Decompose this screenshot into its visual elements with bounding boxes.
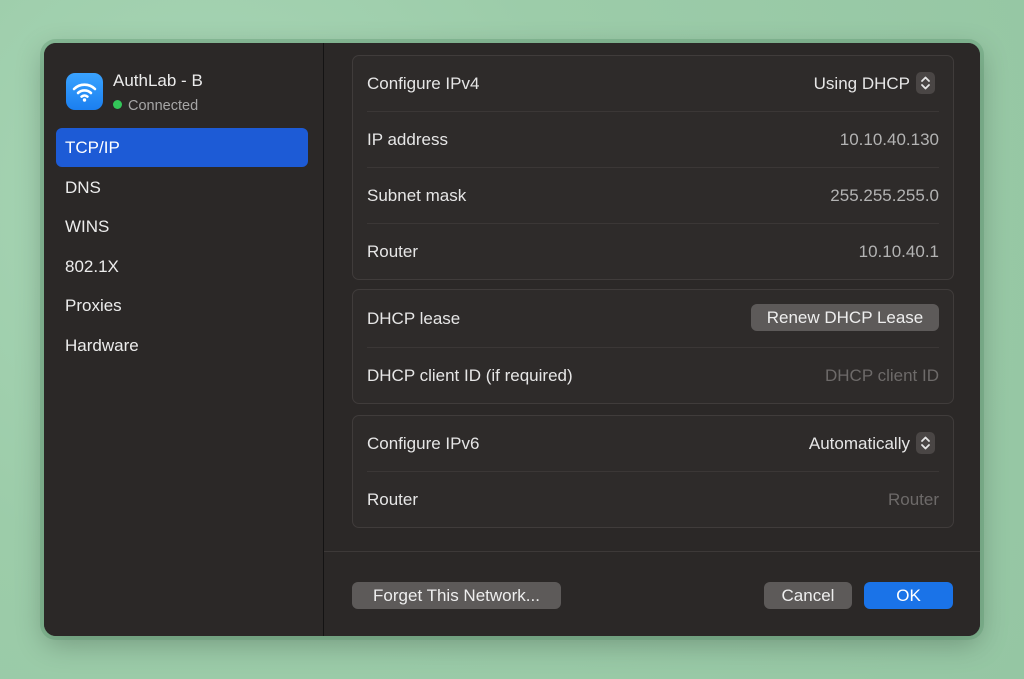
dhcp-client-id-row: DHCP client ID (if required) DHCP client… — [367, 348, 939, 403]
sidebar-item-proxies[interactable]: Proxies — [56, 286, 308, 325]
ipv4-group: Configure IPv4 Using DHCP IP address 10.… — [352, 55, 954, 280]
configure-ipv6-value: Automatically — [808, 434, 910, 453]
ip-address-label: IP address — [367, 130, 448, 149]
ip-address-value: 10.10.40.130 — [839, 130, 939, 149]
forget-network-button[interactable]: Forget This Network... — [352, 582, 561, 609]
subnet-mask-row: Subnet mask 255.255.255.0 — [367, 168, 939, 224]
configure-ipv4-value: Using DHCP — [813, 74, 910, 93]
dhcp-client-id-label: DHCP client ID (if required) — [367, 366, 573, 385]
sidebar-item-tcpip[interactable]: TCP/IP — [56, 128, 308, 167]
wifi-icon — [66, 73, 103, 110]
connected-status-dot-icon — [113, 100, 122, 109]
ok-button[interactable]: OK — [864, 582, 953, 609]
ipv4-router-label: Router — [367, 242, 419, 261]
sidebar: AuthLab - B Connected TCP/IP DNS WINS 80… — [44, 43, 324, 636]
configure-ipv4-popup[interactable]: Using DHCP — [814, 70, 935, 97]
network-details-window: AuthLab - B Connected TCP/IP DNS WINS 80… — [44, 43, 980, 636]
ipv4-router-row: Router 10.10.40.1 — [367, 224, 939, 279]
ipv6-group: Configure IPv6 Automatically Router Rout… — [352, 415, 954, 528]
ip-address-row: IP address 10.10.40.130 — [367, 112, 939, 168]
chevron-up-down-icon — [916, 71, 935, 94]
network-status: Connected — [113, 98, 198, 114]
network-status-text: Connected — [128, 98, 199, 114]
sidebar-list: TCP/IP DNS WINS 802.1X Proxies Hardware — [56, 128, 308, 365]
configure-ipv4-label: Configure IPv4 — [367, 74, 480, 93]
subnet-mask-value: 255.255.255.0 — [830, 186, 939, 205]
sidebar-item-hardware[interactable]: Hardware — [56, 326, 308, 365]
dhcp-client-id-input[interactable]: DHCP client ID — [825, 348, 939, 403]
ipv6-router-input[interactable]: Router — [888, 472, 939, 527]
dhcp-lease-label: DHCP lease — [367, 309, 461, 328]
configure-ipv4-row: Configure IPv4 Using DHCP — [367, 56, 939, 112]
dhcp-group: DHCP lease Renew DHCP Lease DHCP client … — [352, 289, 954, 404]
sidebar-item-wins[interactable]: WINS — [56, 207, 308, 246]
ipv6-router-label: Router — [367, 490, 419, 509]
network-name: AuthLab - B — [113, 71, 203, 90]
tcpip-pane: Configure IPv4 Using DHCP IP address 10.… — [324, 43, 980, 636]
chevron-up-down-icon — [916, 431, 935, 454]
ipv6-router-row: Router Router — [367, 472, 939, 527]
dhcp-lease-row: DHCP lease Renew DHCP Lease — [367, 290, 939, 348]
configure-ipv6-label: Configure IPv6 — [367, 434, 480, 453]
subnet-mask-label: Subnet mask — [367, 186, 467, 205]
sidebar-item-dns[interactable]: DNS — [56, 168, 308, 207]
ipv4-router-value: 10.10.40.1 — [858, 242, 939, 261]
configure-ipv6-row: Configure IPv6 Automatically — [367, 416, 939, 472]
sidebar-item-8021x[interactable]: 802.1X — [56, 247, 308, 286]
cancel-button[interactable]: Cancel — [764, 582, 852, 609]
renew-dhcp-lease-button[interactable]: Renew DHCP Lease — [751, 304, 939, 331]
configure-ipv6-popup[interactable]: Automatically — [809, 430, 935, 457]
footer-divider — [324, 551, 980, 552]
